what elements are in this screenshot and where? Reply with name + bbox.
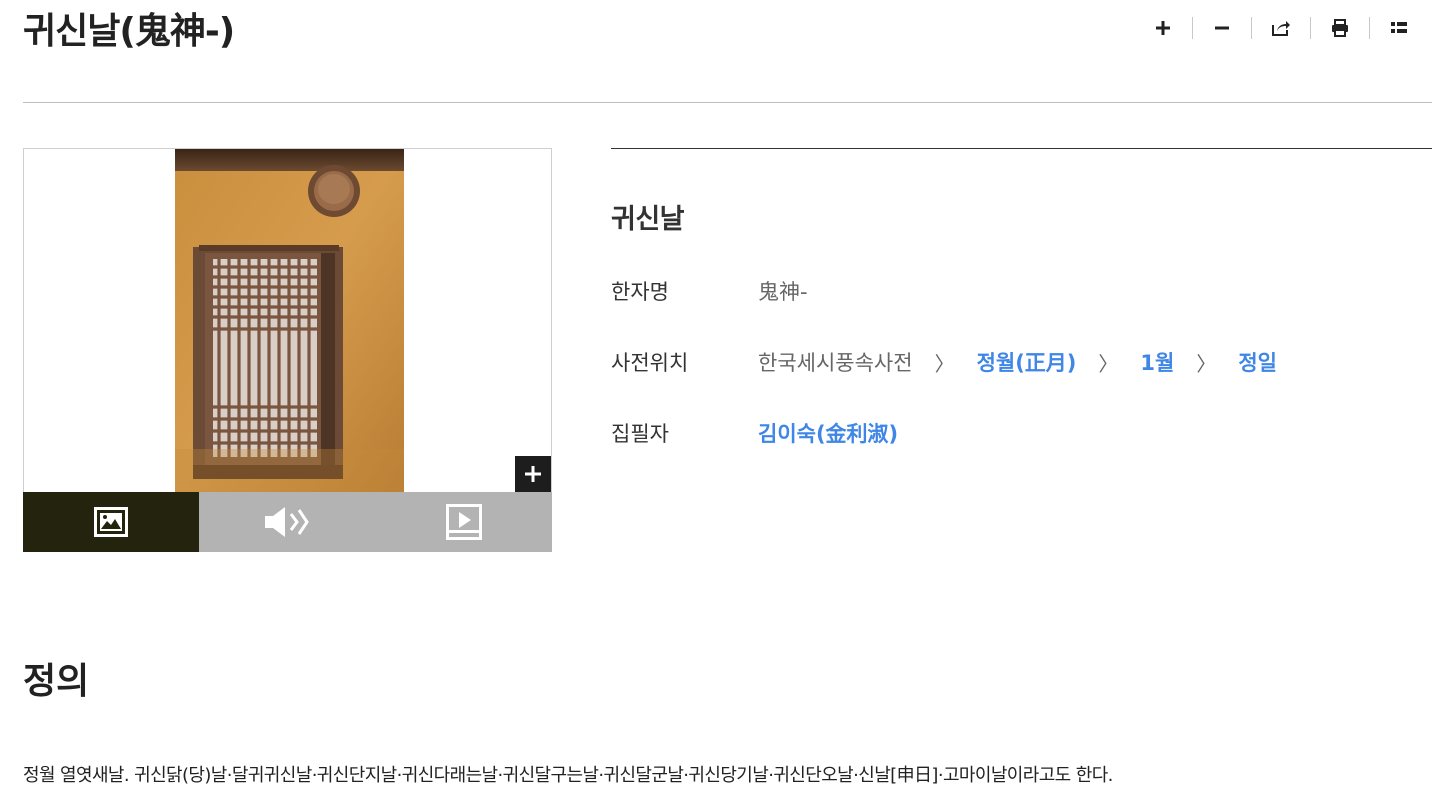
- toolbar-divider: [1310, 17, 1311, 39]
- toolbar-divider: [1251, 17, 1252, 39]
- enlarge-image-button[interactable]: [515, 456, 551, 492]
- zoom-in-button[interactable]: [1148, 14, 1178, 42]
- toc-icon: [1391, 22, 1407, 33]
- info-divider: [611, 148, 1432, 149]
- header-divider: [23, 102, 1432, 103]
- share-button[interactable]: [1266, 14, 1296, 42]
- location-link-day[interactable]: 정일: [1238, 347, 1277, 377]
- location-label: 사전위치: [611, 351, 689, 375]
- media-viewer: [23, 148, 552, 552]
- hanja-value: 鬼神-: [758, 280, 808, 304]
- location-row: 사전위치 한국세시풍속사전 〉 정월(正月) 〉 1월 〉 정일: [611, 347, 1277, 377]
- author-row: 집필자 김이숙(金利淑): [611, 418, 898, 448]
- print-icon: [1332, 19, 1348, 37]
- location-link-january[interactable]: 1월: [1140, 347, 1174, 377]
- chevron-right-icon: 〉: [1196, 351, 1217, 376]
- audio-icon: [265, 507, 309, 537]
- tab-video[interactable]: [375, 492, 552, 552]
- definition-heading: 정의: [23, 661, 90, 702]
- location-link-month[interactable]: 정월(正月): [977, 347, 1077, 377]
- entry-info: 귀신날 한자명 鬼神- 사전위치 한국세시풍속사전 〉 정월(正月) 〉 1월 …: [611, 148, 1432, 446]
- chevron-right-icon: 〉: [1098, 351, 1119, 376]
- zoom-out-icon: [1215, 26, 1229, 30]
- location-root: 한국세시풍속사전: [758, 351, 913, 375]
- hanja-row: 한자명 鬼神-: [611, 276, 808, 306]
- chevron-right-icon: 〉: [934, 351, 955, 376]
- media-tabs: [23, 492, 552, 552]
- print-button[interactable]: [1325, 14, 1355, 42]
- toolbar: [1148, 14, 1414, 42]
- definition-text: 정월 열엿새날. 귀신닭(당)날·달귀귀신날·귀신단지날·귀신다래는날·귀신달구…: [23, 765, 1113, 786]
- entry-heading: 귀신날: [611, 204, 685, 235]
- plus-icon: [525, 466, 541, 482]
- photo-frame: [23, 148, 552, 493]
- image-icon: [94, 507, 128, 537]
- hanja-label: 한자명: [611, 280, 669, 304]
- toolbar-divider: [1192, 17, 1193, 39]
- toolbar-divider: [1369, 17, 1370, 39]
- page-title: 귀신날(鬼神-): [23, 11, 235, 52]
- share-icon: [1272, 21, 1290, 36]
- zoom-in-icon: [1156, 21, 1170, 35]
- tab-audio[interactable]: [199, 492, 375, 552]
- author-label: 집필자: [611, 422, 669, 446]
- zoom-out-button[interactable]: [1207, 14, 1237, 42]
- author-link[interactable]: 김이숙(金利淑): [758, 418, 898, 448]
- toc-button[interactable]: [1384, 14, 1414, 42]
- video-icon: [445, 504, 482, 540]
- photo-door-window[interactable]: [175, 149, 404, 492]
- tab-image[interactable]: [23, 492, 199, 552]
